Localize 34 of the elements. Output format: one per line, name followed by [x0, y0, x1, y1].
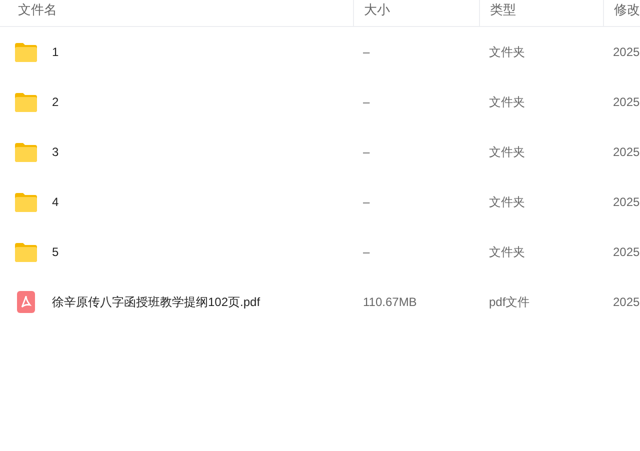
file-type: 文件夹 [489, 44, 525, 60]
file-type: pdf文件 [489, 294, 530, 310]
modified-date: 2025 [613, 245, 640, 259]
column-header[interactable]: 修改 [614, 1, 640, 19]
modified-date: 2025 [613, 145, 640, 159]
file-type: 文件夹 [489, 244, 525, 260]
file-name[interactable]: 1 [52, 45, 59, 59]
folder-icon [14, 41, 38, 63]
modified-date: 2025 [613, 195, 640, 209]
folder-icon [14, 91, 38, 113]
file-name[interactable]: 徐辛原传八字函授班教学提纲102页.pdf [52, 294, 260, 310]
file-size: 110.67MB [363, 295, 417, 309]
file-type: 文件夹 [489, 144, 525, 160]
folder-icon [14, 191, 38, 213]
modified-date: 2025 [613, 95, 640, 109]
file-name[interactable]: 4 [52, 195, 59, 209]
file-size: – [363, 245, 370, 259]
column-header[interactable]: 大小 [364, 1, 390, 19]
file-size: – [363, 45, 370, 59]
file-type: 文件夹 [489, 94, 525, 110]
modified-date: 2025 [613, 45, 640, 59]
folder-icon [14, 241, 38, 263]
pdf-file-icon [14, 291, 38, 313]
file-name[interactable]: 3 [52, 145, 59, 159]
folder-icon [14, 141, 38, 163]
file-type: 文件夹 [489, 194, 525, 210]
column-header[interactable]: 文件名 [18, 1, 57, 19]
file-name[interactable]: 5 [52, 245, 59, 259]
modified-date: 2025 [613, 295, 640, 309]
file-size: – [363, 195, 370, 209]
column-header[interactable]: 类型 [490, 1, 516, 19]
file-size: – [363, 95, 370, 109]
file-name[interactable]: 2 [52, 95, 59, 109]
file-size: – [363, 145, 370, 159]
